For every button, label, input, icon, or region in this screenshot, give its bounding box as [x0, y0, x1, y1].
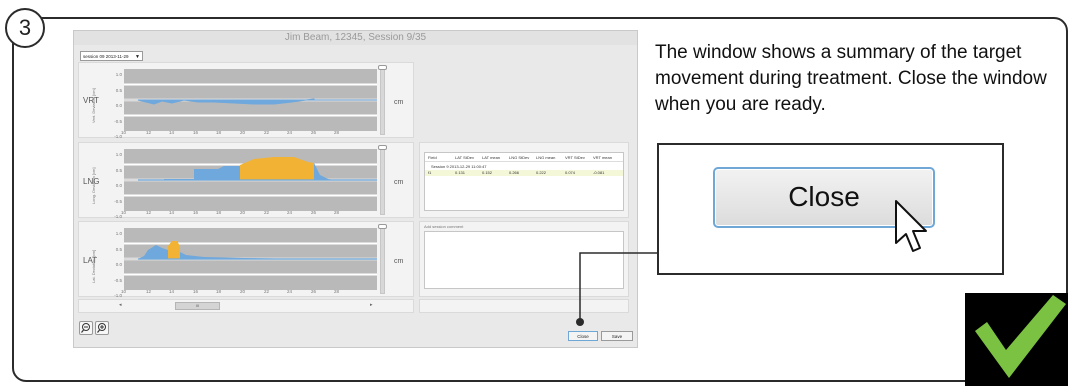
check-box: [965, 293, 1068, 386]
checkmark-icon: [975, 295, 1066, 378]
instruction-text: The window shows a summary of the target…: [655, 42, 1047, 115]
cursor-arrow-icon: [895, 200, 927, 252]
